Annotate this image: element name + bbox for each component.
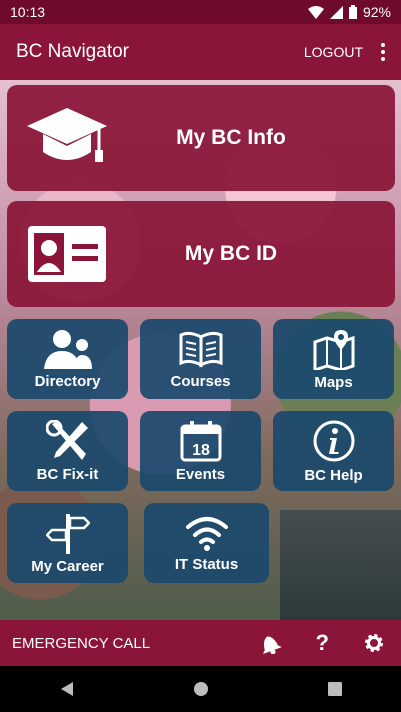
- back-icon[interactable]: [59, 681, 75, 697]
- status-icons: 92%: [307, 4, 391, 20]
- gear-icon[interactable]: [363, 632, 385, 654]
- recents-icon[interactable]: [327, 682, 342, 696]
- people-icon: [43, 329, 92, 369]
- system-nav-bar: [0, 666, 401, 712]
- my-career-tile[interactable]: My Career: [7, 503, 128, 583]
- tile-label: BC Help: [304, 466, 363, 484]
- directory-tile[interactable]: Directory: [7, 319, 128, 399]
- it-status-tile[interactable]: IT Status: [144, 503, 269, 583]
- my-bc-info-tile[interactable]: My BC Info: [7, 85, 395, 191]
- battery-level: 92%: [362, 4, 391, 20]
- wifi-icon: [185, 516, 228, 551]
- bell-icon[interactable]: [258, 632, 282, 654]
- app-title: BC Navigator: [16, 41, 129, 62]
- graduation-cap-icon: [27, 108, 107, 162]
- bc-help-tile[interactable]: BC Help: [273, 411, 394, 491]
- home-icon[interactable]: [193, 681, 209, 697]
- bottom-bar: EMERGENCY CALL ?: [0, 620, 401, 666]
- overflow-menu-icon[interactable]: [381, 43, 385, 61]
- calendar-icon: 18: [180, 420, 221, 461]
- app-bar: BC Navigator LOGOUT: [0, 24, 401, 80]
- tile-label: My BC Info: [176, 126, 286, 149]
- calendar-day: 18: [192, 442, 210, 459]
- battery-icon: [348, 5, 357, 19]
- events-tile[interactable]: 18 Events: [140, 411, 261, 491]
- status-bar: 10:13 92%: [0, 0, 401, 24]
- tools-icon: [45, 419, 88, 460]
- info-icon: [313, 420, 354, 461]
- help-icon[interactable]: ?: [316, 630, 329, 656]
- tile-label: IT Status: [174, 555, 239, 573]
- tile-label: Events: [175, 465, 226, 483]
- tile-label: My BC ID: [184, 242, 278, 265]
- bottom-icons: ?: [258, 630, 389, 656]
- tile-label: Maps: [314, 373, 353, 391]
- tile-label: Courses: [170, 372, 231, 390]
- logout-button[interactable]: LOGOUT: [304, 44, 363, 60]
- tile-label: Directory: [34, 372, 101, 390]
- tile-label: BC Fix-it: [36, 465, 99, 483]
- signpost-icon: [45, 513, 90, 554]
- app-actions: LOGOUT: [304, 43, 385, 61]
- open-book-icon: [179, 331, 222, 368]
- cell-signal-icon: [329, 5, 343, 19]
- id-card-icon: [28, 226, 106, 282]
- wifi-signal-icon: [307, 5, 324, 19]
- tile-label: My Career: [31, 557, 104, 575]
- maps-tile[interactable]: Maps: [273, 319, 394, 399]
- status-time: 10:13: [10, 4, 46, 20]
- my-bc-id-tile[interactable]: My BC ID: [7, 201, 395, 307]
- map-pin-icon: [313, 329, 354, 370]
- bc-fix-it-tile[interactable]: BC Fix-it: [7, 411, 128, 491]
- background-pond: [280, 510, 401, 620]
- emergency-call-button[interactable]: EMERGENCY CALL: [12, 635, 150, 652]
- courses-tile[interactable]: Courses: [140, 319, 261, 399]
